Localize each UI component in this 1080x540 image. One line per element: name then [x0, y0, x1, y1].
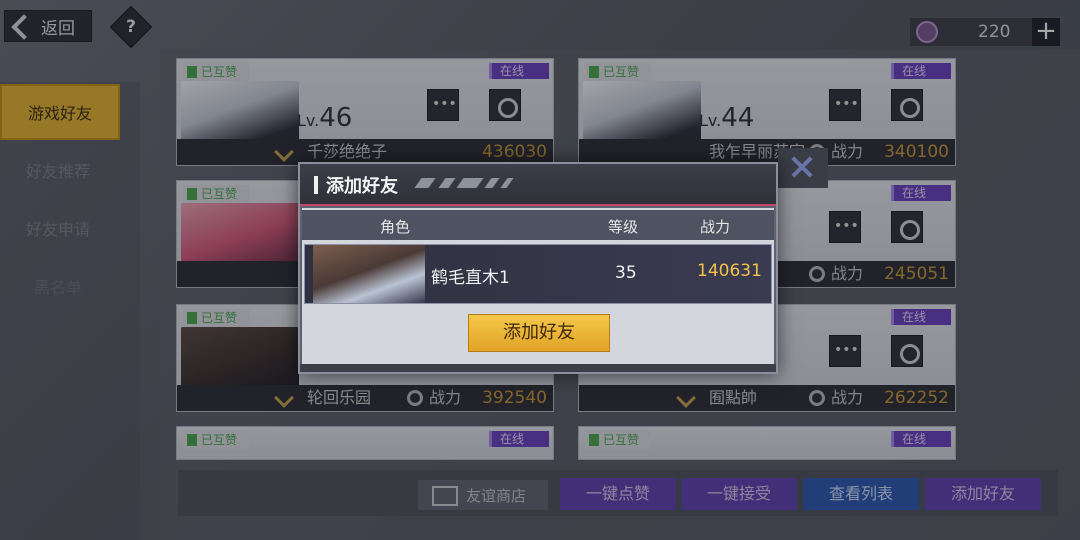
decoration [414, 178, 436, 188]
dialog-footer [300, 364, 776, 372]
player-level: 35 [615, 263, 637, 283]
decoration [484, 178, 500, 188]
dialog-title: 添加好友 [326, 176, 398, 197]
add-friend-dialog: 添加好友 角色 等级 战力 鹤毛直木1 35 140631 添加好友 [298, 162, 778, 374]
decoration [456, 178, 484, 188]
player-power: 140631 [697, 261, 762, 281]
col-role: 角色 [380, 218, 411, 236]
title-accent [314, 176, 318, 194]
avatar [313, 245, 425, 303]
dialog-header: 添加好友 [300, 164, 776, 206]
table-row[interactable]: 鹤毛直木1 35 140631 [304, 244, 772, 304]
col-power: 战力 [700, 218, 731, 236]
decoration [500, 178, 514, 188]
player-name: 鹤毛直木1 [431, 268, 510, 288]
col-level: 等级 [608, 218, 639, 236]
close-icon[interactable] [778, 148, 828, 188]
decoration [438, 178, 456, 188]
table-header: 角色 等级 战力 [302, 210, 774, 240]
add-friend-button[interactable]: 添加好友 [468, 314, 610, 352]
